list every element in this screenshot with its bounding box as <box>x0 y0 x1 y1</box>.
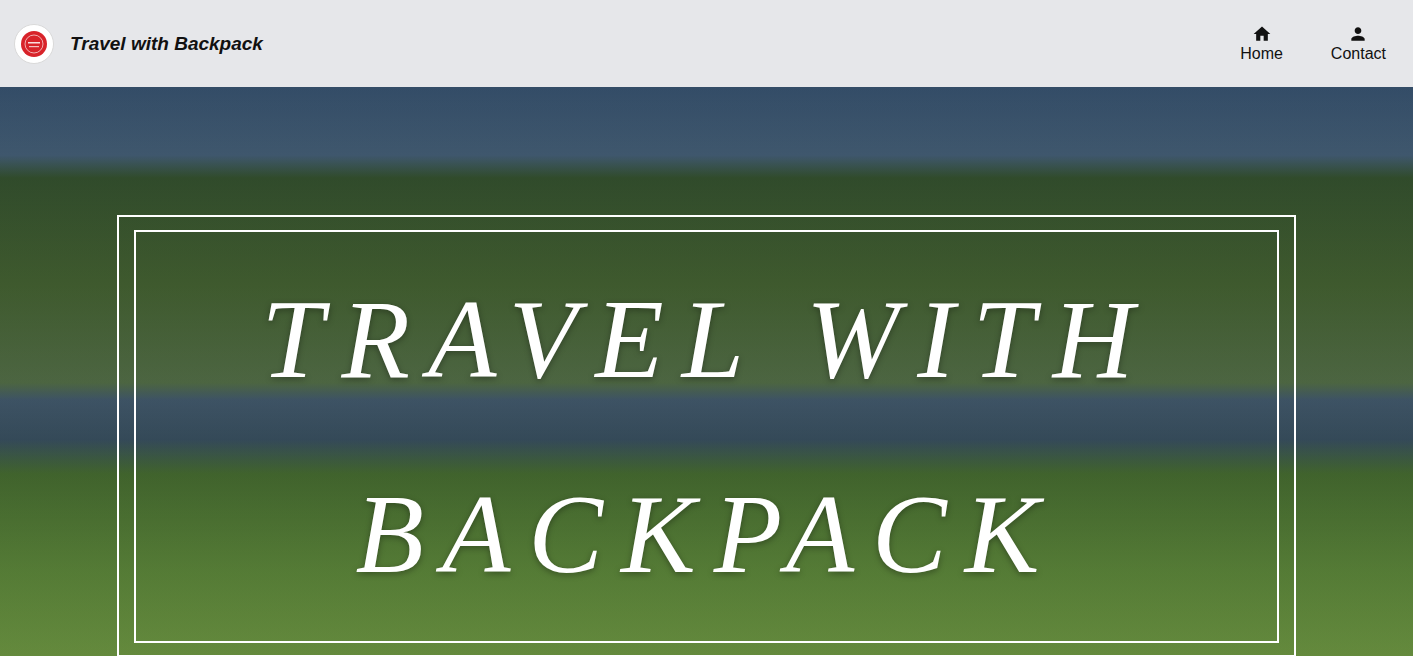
nav-item[interactable]: Home <box>1236 20 1287 67</box>
nav: Home Contact <box>1236 20 1390 67</box>
brand-title[interactable]: Travel with Backpack <box>70 33 263 55</box>
hero-title-line: TRAVEL WITH <box>261 242 1151 437</box>
hero-outer-frame: TRAVEL WITHBACKPACK <box>117 215 1296 656</box>
header: Travel with Backpack Home Contact <box>0 0 1413 87</box>
nav-item[interactable]: Contact <box>1327 20 1390 67</box>
brand[interactable]: Travel with Backpack <box>14 24 263 64</box>
nav-label[interactable]: Contact <box>1331 45 1386 63</box>
home-icon[interactable] <box>1252 24 1272 44</box>
person-icon[interactable] <box>1348 24 1368 44</box>
hero-photo: TRAVEL WITHBACKPACK <box>0 87 1413 656</box>
nav-label[interactable]: Home <box>1240 45 1283 63</box>
hero-title-line: BACKPACK <box>355 437 1057 632</box>
logo-icon[interactable] <box>14 24 54 64</box>
page: Travel with Backpack Home Contact TRAVEL WI… <box>0 0 1413 656</box>
hero-inner-frame: TRAVEL WITHBACKPACK <box>134 230 1279 643</box>
